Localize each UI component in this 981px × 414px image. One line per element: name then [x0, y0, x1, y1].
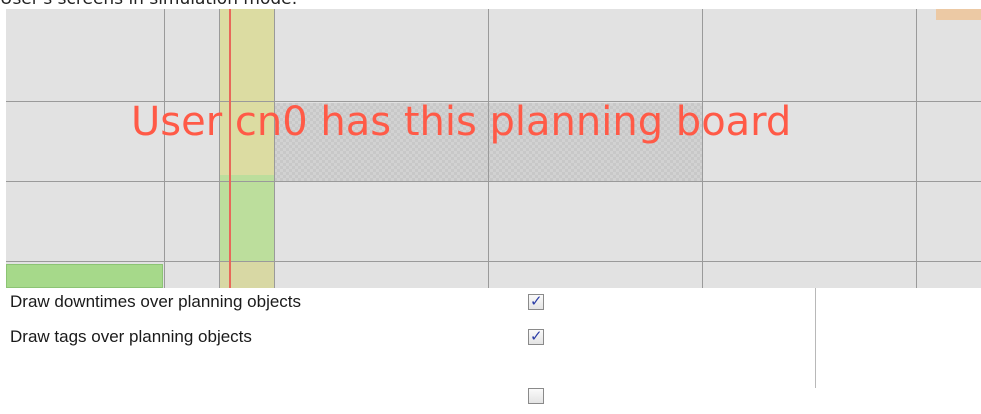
option-checkbox[interactable]: ✓ — [528, 293, 544, 310]
panel-divider — [815, 288, 816, 388]
grid-line-horizontal — [6, 261, 981, 262]
planning-object-green[interactable] — [6, 264, 163, 288]
checkmark-icon: ✓ — [530, 293, 543, 310]
option-label: Draw tags over planning objects — [10, 327, 252, 346]
lock-watermark: User cn0 has this planning board — [131, 99, 792, 145]
yellow-column-lower — [219, 261, 274, 288]
option-checkbox[interactable]: ✓ — [528, 328, 544, 345]
peach-block[interactable] — [936, 9, 981, 20]
option-row: Draw downtimes over planning objects ✓ — [0, 288, 816, 320]
option-row: Draw tags over planning objects ✓ — [0, 323, 816, 355]
checkmark-icon: ✓ — [530, 328, 543, 345]
green-column-segment[interactable] — [219, 175, 274, 261]
option-checkbox[interactable] — [528, 388, 544, 404]
options-panel: Draw downtimes over planning objects ✓ D… — [0, 288, 816, 404]
grid-line-vertical — [916, 9, 917, 288]
option-row — [0, 382, 816, 414]
option-label: Draw downtimes over planning objects — [10, 292, 302, 311]
grid-line-horizontal — [6, 181, 981, 182]
